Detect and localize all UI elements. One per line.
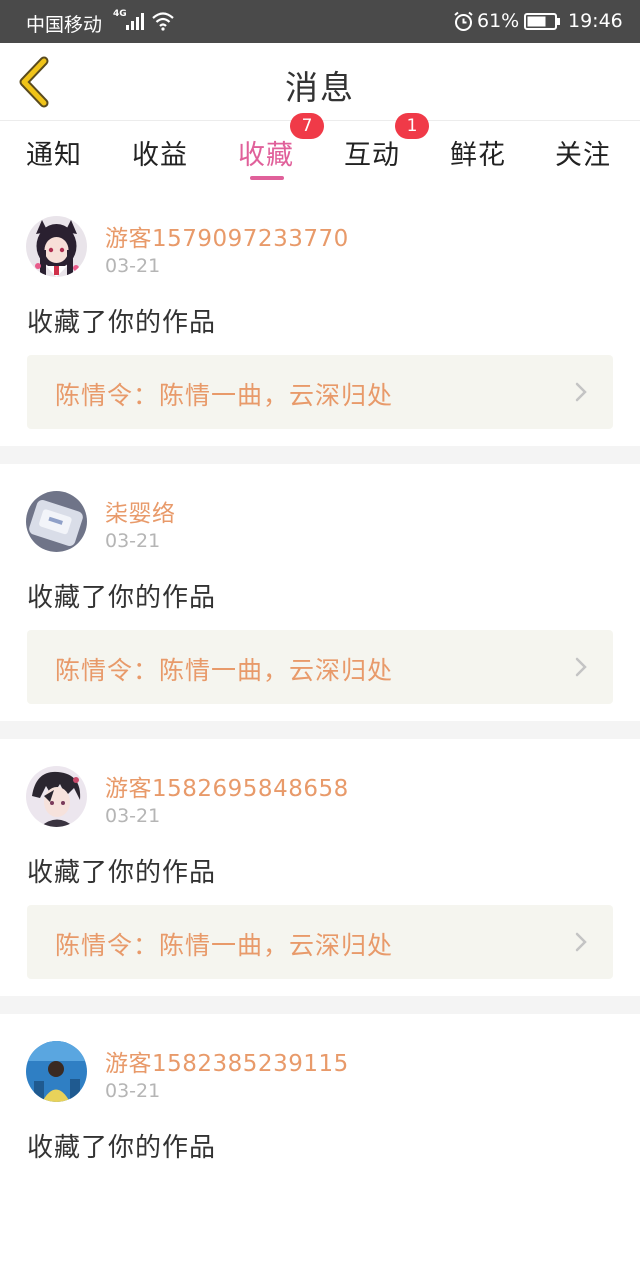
battery-icon xyxy=(524,13,560,30)
anime-boy-avatar-icon xyxy=(26,766,87,827)
page-title: 消息 xyxy=(285,68,355,107)
message-card: 柒婴络 03-21 收藏了你的作品 陈情令：陈情一曲，云深归处 xyxy=(0,464,640,721)
chevron-right-icon xyxy=(575,657,587,677)
clock: 19:46 xyxy=(568,10,623,32)
network-type: 4G xyxy=(113,9,127,19)
tab-label: 互动 xyxy=(344,140,400,171)
message-text: 收藏了你的作品 xyxy=(27,308,217,338)
work-link[interactable]: 陈情令：陈情一曲，云深归处 xyxy=(27,905,613,979)
wifi-icon xyxy=(152,12,174,31)
avatar[interactable] xyxy=(26,1041,87,1102)
message-card: 游客1582695848658 03-21 收藏了你的作品 陈情令：陈情一曲，云… xyxy=(0,739,640,996)
avatar[interactable] xyxy=(26,491,87,552)
chevron-right-icon xyxy=(575,932,587,952)
user-name[interactable]: 柒婴络 xyxy=(105,494,176,528)
tab-label: 通知 xyxy=(26,140,82,171)
tab-following[interactable]: 关注 xyxy=(555,121,615,189)
user-name[interactable]: 游客1579097233770 xyxy=(105,219,349,253)
message-date: 03-21 xyxy=(105,530,161,552)
message-list: 游客1579097233770 03-21 收藏了你的作品 陈情令：陈情一曲，云… xyxy=(0,189,640,1271)
carrier-label: 中国移动 xyxy=(26,14,103,36)
tab-earnings[interactable]: 收益 xyxy=(132,121,192,189)
signal-icon xyxy=(126,13,144,30)
work-title: 陈情令：陈情一曲，云深归处 xyxy=(55,931,394,960)
unread-badge: 7 xyxy=(290,113,324,139)
divider xyxy=(0,446,640,464)
unread-badge: 1 xyxy=(395,113,429,139)
status-bar: 中国移动 4G 61% 19:46 xyxy=(0,0,640,43)
divider xyxy=(0,996,640,1014)
tab-bar: 通知 收益 收藏 7 互动 1 鲜花 关注 xyxy=(0,113,640,190)
alarm-icon xyxy=(454,11,473,31)
work-title: 陈情令：陈情一曲，云深归处 xyxy=(55,656,394,685)
work-link[interactable]: 陈情令：陈情一曲，云深归处 xyxy=(27,355,613,429)
tab-label: 鲜花 xyxy=(450,140,506,171)
avatar[interactable] xyxy=(26,766,87,827)
tab-flowers[interactable]: 鲜花 xyxy=(450,121,510,189)
avatar[interactable] xyxy=(26,216,87,277)
tab-label: 收藏 xyxy=(238,140,294,171)
active-tab-indicator xyxy=(250,176,284,180)
photo-avatar-icon xyxy=(26,491,87,552)
message-card: 游客1582385239115 03-21 收藏了你的作品 xyxy=(0,1014,640,1271)
user-name[interactable]: 游客1582695848658 xyxy=(105,769,349,803)
header: 消息 xyxy=(0,43,640,120)
tab-notifications[interactable]: 通知 xyxy=(26,121,86,189)
person-photo-avatar-icon xyxy=(26,1041,87,1102)
divider xyxy=(0,721,640,739)
message-text: 收藏了你的作品 xyxy=(27,1133,217,1163)
anime-girl-avatar-icon xyxy=(26,216,87,277)
message-card: 游客1579097233770 03-21 收藏了你的作品 陈情令：陈情一曲，云… xyxy=(0,189,640,446)
work-link[interactable]: 陈情令：陈情一曲，云深归处 xyxy=(27,630,613,704)
battery-percent: 61% xyxy=(477,10,520,32)
tab-label: 关注 xyxy=(555,140,611,171)
message-date: 03-21 xyxy=(105,255,161,277)
work-title: 陈情令：陈情一曲，云深归处 xyxy=(55,381,394,410)
tab-label: 收益 xyxy=(132,140,188,171)
message-text: 收藏了你的作品 xyxy=(27,583,217,613)
tab-interactions[interactable]: 互动 1 xyxy=(344,113,429,189)
message-text: 收藏了你的作品 xyxy=(27,858,217,888)
tab-favorites[interactable]: 收藏 7 xyxy=(238,113,324,189)
user-name[interactable]: 游客1582385239115 xyxy=(105,1044,349,1078)
message-date: 03-21 xyxy=(105,805,161,827)
chevron-right-icon xyxy=(575,382,587,402)
message-date: 03-21 xyxy=(105,1080,161,1102)
